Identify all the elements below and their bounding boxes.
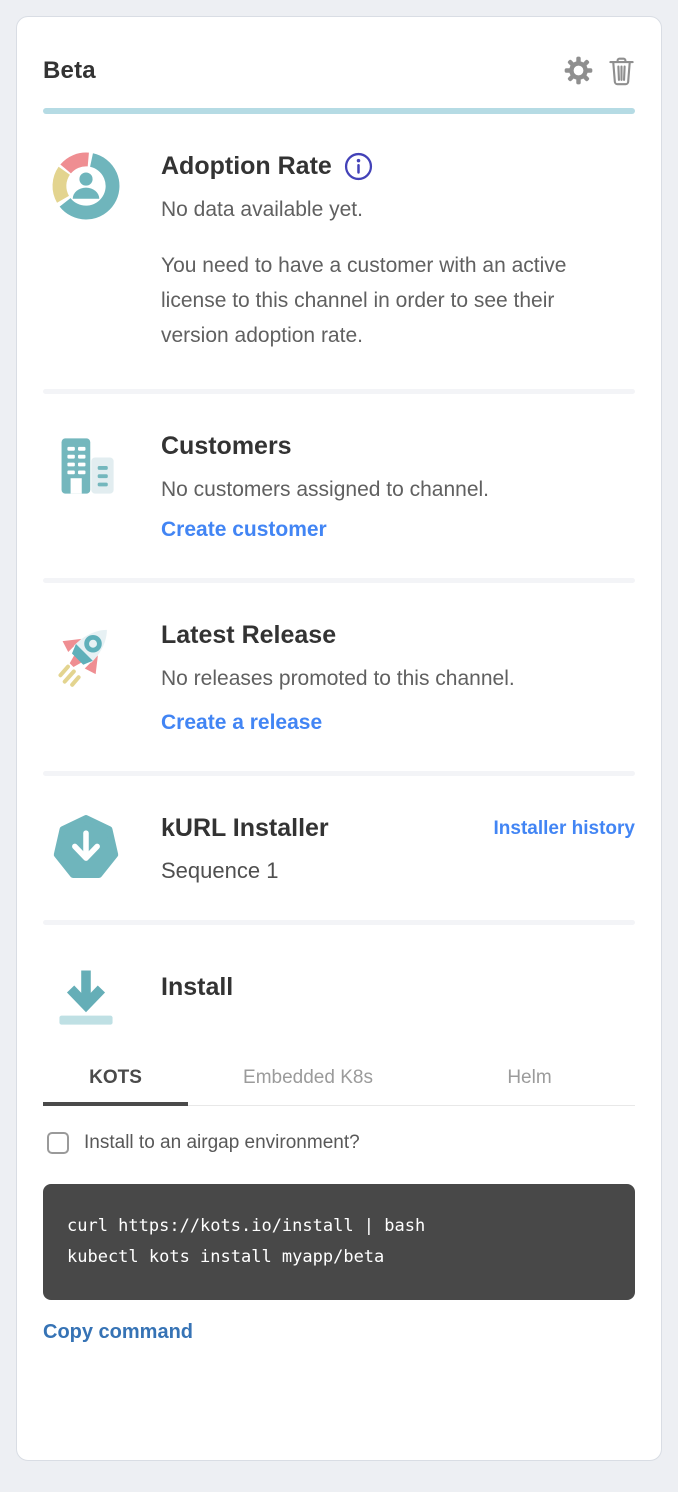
airgap-row: Install to an airgap environment? <box>43 1132 635 1154</box>
settings-button[interactable] <box>563 55 594 86</box>
adoption-donut-user-icon <box>43 152 161 353</box>
channel-card: Beta <box>16 16 662 1461</box>
install-title: Install <box>161 973 635 1002</box>
trash-icon <box>608 56 635 86</box>
adoption-rate-title: Adoption Rate <box>161 152 635 181</box>
install-tabs: KOTS Embedded K8s Helm <box>43 1057 635 1106</box>
adoption-rate-section: Adoption Rate No data available yet. You… <box>43 114 635 389</box>
installer-history-link[interactable]: Installer history <box>494 818 636 840</box>
install-section: Install <box>43 925 635 1031</box>
airgap-label[interactable]: Install to an airgap environment? <box>84 1132 360 1154</box>
customers-body: Customers No customers assigned to chann… <box>161 432 635 541</box>
latest-release-title: Latest Release <box>161 621 635 650</box>
heptagon-download-icon <box>43 814 161 884</box>
create-customer-link[interactable]: Create customer <box>161 518 327 542</box>
command-line-1: curl https://kots.io/install | bash <box>67 1211 611 1242</box>
buildings-icon <box>43 432 161 541</box>
kurl-installer-title: kURL Installer <box>161 814 329 843</box>
customers-empty-text: No customers assigned to channel. <box>161 476 635 504</box>
adoption-description: You need to have a customer with an acti… <box>161 248 613 353</box>
delete-channel-button[interactable] <box>608 56 635 86</box>
adoption-empty-text: No data available yet. <box>161 196 635 224</box>
kurl-title-row: kURL Installer Installer history <box>161 814 635 843</box>
adoption-rate-title-text: Adoption Rate <box>161 152 332 181</box>
gear-icon <box>563 55 594 86</box>
tab-kots[interactable]: KOTS <box>43 1057 188 1106</box>
release-empty-text: No releases promoted to this channel. <box>161 665 635 693</box>
tab-helm[interactable]: Helm <box>428 1057 631 1105</box>
rocket-icon <box>43 621 161 735</box>
command-line-2: kubectl kots install myapp/beta <box>67 1242 611 1273</box>
copy-command-link[interactable]: Copy command <box>43 1321 193 1344</box>
customers-title: Customers <box>161 432 635 461</box>
install-body: Install <box>161 963 635 1031</box>
installer-sequence: Sequence 1 <box>161 858 635 884</box>
latest-release-body: Latest Release No releases promoted to t… <box>161 621 635 735</box>
latest-release-section: Latest Release No releases promoted to t… <box>43 583 635 771</box>
customers-section: Customers No customers assigned to chann… <box>43 394 635 577</box>
adoption-rate-body: Adoption Rate No data available yet. You… <box>161 152 635 353</box>
info-icon[interactable] <box>344 152 373 181</box>
kurl-installer-section: kURL Installer Installer history Sequenc… <box>43 776 635 920</box>
header-actions <box>563 55 635 86</box>
download-arrow-icon <box>43 963 161 1031</box>
tab-embedded-k8s[interactable]: Embedded K8s <box>188 1057 428 1105</box>
kurl-installer-body: kURL Installer Installer history Sequenc… <box>161 814 635 884</box>
airgap-checkbox[interactable] <box>47 1132 69 1154</box>
install-command-block: curl https://kots.io/install | bashkubec… <box>43 1184 635 1300</box>
channel-title: Beta <box>43 57 96 85</box>
create-release-link[interactable]: Create a release <box>161 711 322 735</box>
card-header: Beta <box>43 17 635 86</box>
